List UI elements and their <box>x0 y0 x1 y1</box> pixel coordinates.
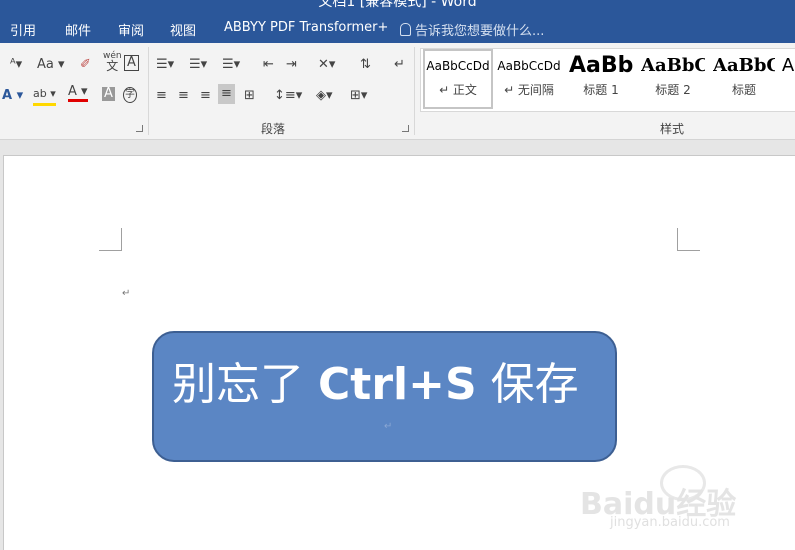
shrink-font-icon[interactable]: ᴬ▾ <box>10 56 22 74</box>
paragraph-dialog-launcher-icon[interactable] <box>402 125 409 132</box>
callout-text-part1: 别忘了 <box>172 359 304 410</box>
highlight-button[interactable]: ab ▾ <box>33 85 56 106</box>
chinese-layout-icon[interactable]: ✕▾ <box>318 56 335 74</box>
baidu-watermark: Baidu经验 jingyan.baidu.com <box>580 465 795 549</box>
callout-paragraph-mark: ↵ <box>384 421 393 432</box>
enclose-characters-button[interactable]: 字 <box>123 87 137 103</box>
window-title: 文档1 [兼容模式] - Word <box>318 0 477 10</box>
multilevel-list-icon[interactable]: ☰▾ <box>222 56 240 74</box>
callout-shape[interactable]: 别忘了 Ctrl+S 保存 ↵ <box>152 331 617 462</box>
character-border-button[interactable]: A <box>124 55 139 71</box>
bullets-icon[interactable]: ☰▾ <box>156 56 174 74</box>
clear-formatting-icon[interactable]: ✐ <box>80 56 91 74</box>
style-preview: AaBbCcDd <box>426 59 490 73</box>
ribbon: ᴬ▾ Aa ▾ ✐ wén 文 A A ▾ ab ▾ A ▾ A 字 ☰▾ ☰▾ … <box>0 43 795 140</box>
ribbon-tabs: 引用 邮件 审阅 视图 ABBYY PDF Transformer+ 告诉我您想… <box>0 14 795 43</box>
styles-gallery: AaBbCcDd ↵ 正文 AaBbCcDd ↵ 无间隔 AaBb 标题 1 A… <box>420 48 795 112</box>
style-preview: A <box>781 55 795 76</box>
font-color-button[interactable]: A ▾ <box>68 85 88 102</box>
tell-me-text: 告诉我您想要做什么... <box>415 24 545 39</box>
change-case-label: Aa <box>37 57 54 72</box>
tab-references[interactable]: 引用 <box>10 20 36 39</box>
style-heading-1[interactable]: AaBb 标题 1 <box>569 51 633 107</box>
title-bar: 文档1 [兼容模式] - Word <box>0 0 795 14</box>
highlight-char: ab <box>33 87 47 100</box>
style-name: 标题 <box>731 83 756 97</box>
style-name: 标题 1 <box>583 83 619 97</box>
line-spacing-icon[interactable]: ↕≡▾ <box>274 87 302 105</box>
style-normal[interactable]: AaBbCcDd ↵ 正文 <box>423 49 493 109</box>
character-shading-button[interactable]: A <box>102 87 115 101</box>
tab-view[interactable]: 视图 <box>170 20 196 39</box>
style-preview: AaBbCcDd <box>497 59 561 73</box>
center-icon[interactable]: ≡ <box>178 87 189 105</box>
phonetic-guide-button[interactable]: wén 文 <box>103 51 122 73</box>
crop-mark-right <box>677 228 700 251</box>
style-preview: AaBb <box>569 53 633 78</box>
align-left-icon[interactable]: ≡ <box>156 87 167 105</box>
callout-text[interactable]: 别忘了 Ctrl+S 保存 <box>172 355 579 415</box>
group-separator <box>414 47 415 135</box>
style-heading-2[interactable]: AaBbC 标题 2 <box>641 51 705 107</box>
callout-shortcut: Ctrl+S <box>318 359 477 410</box>
tab-abbyy[interactable]: ABBYY PDF Transformer+ <box>224 20 388 35</box>
phonetic-char: 文 <box>106 59 119 73</box>
style-preview: AaBbC <box>641 55 705 76</box>
font-dialog-launcher-icon[interactable] <box>136 125 143 132</box>
group-separator <box>148 47 149 135</box>
sort-icon[interactable]: ⇅ <box>360 56 371 74</box>
text-effects-icon[interactable]: A ▾ <box>2 87 23 105</box>
style-name: 标题 2 <box>655 83 691 97</box>
change-case-button[interactable]: Aa ▾ <box>37 56 65 74</box>
style-no-spacing[interactable]: AaBbCcDd ↵ 无间隔 <box>495 51 563 107</box>
paragraph-group-label: 段落 <box>261 122 286 136</box>
decrease-indent-icon[interactable]: ⇤ <box>263 56 274 74</box>
increase-indent-icon[interactable]: ⇥ <box>286 56 297 74</box>
style-name: ↵ 正文 <box>439 83 477 97</box>
tell-me-box[interactable]: 告诉我您想要做什么... <box>400 20 544 39</box>
styles-group-label: 样式 <box>660 122 685 136</box>
align-right-icon[interactable]: ≡ <box>200 87 211 105</box>
style-preview: AaBbC <box>713 55 775 76</box>
shading-icon[interactable]: ◈▾ <box>316 87 333 105</box>
tab-review[interactable]: 审阅 <box>118 20 144 39</box>
show-marks-icon[interactable]: ↵ <box>394 56 405 74</box>
paragraph-mark: ↵ <box>122 288 131 299</box>
distributed-icon[interactable]: ⊞ <box>244 87 255 105</box>
tab-mailings[interactable]: 邮件 <box>65 20 91 39</box>
numbering-icon[interactable]: ☰▾ <box>189 56 207 74</box>
font-color-char: A <box>68 84 77 99</box>
watermark-url: jingyan.baidu.com <box>610 515 730 530</box>
crop-mark-left <box>99 228 122 251</box>
callout-text-part3: 保存 <box>490 359 579 410</box>
style-name: ↵ 无间隔 <box>504 83 554 97</box>
lightbulb-icon <box>400 23 411 36</box>
borders-icon[interactable]: ⊞▾ <box>350 87 367 105</box>
style-partial[interactable]: A <box>781 51 795 107</box>
justify-icon[interactable]: ≡ <box>218 84 235 104</box>
style-title[interactable]: AaBbC 标题 <box>713 51 775 107</box>
